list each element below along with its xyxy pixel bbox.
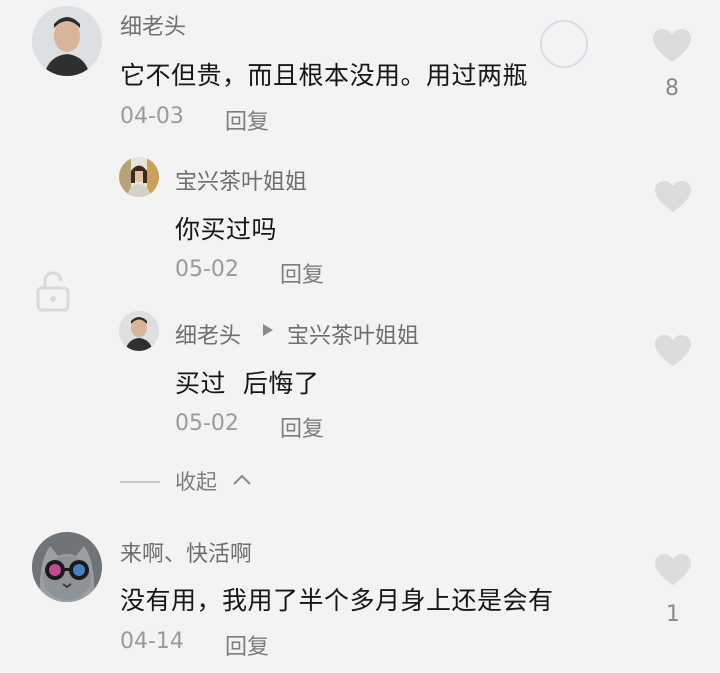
reply-button[interactable]: 回复	[225, 629, 269, 661]
reply-text: 你买过吗	[175, 215, 278, 244]
comment-username[interactable]: 来啊、快活啊	[120, 536, 252, 568]
triangle-right-icon	[263, 324, 273, 336]
comment-date: 04-03	[120, 104, 184, 129]
like-button[interactable]	[654, 334, 692, 368]
comment-text: 没有用，我用了半个多月身上还是会有	[120, 586, 554, 615]
like-count: 8	[665, 76, 679, 101]
avatar[interactable]	[32, 532, 102, 602]
reply-text: 买过 后悔了	[175, 369, 320, 398]
avatar[interactable]	[119, 311, 159, 351]
floating-overlay-icon[interactable]	[540, 20, 588, 68]
comment-username[interactable]: 细老头	[120, 9, 186, 41]
collapse-label[interactable]: 收起	[175, 466, 217, 496]
comment-date: 04-14	[120, 629, 184, 654]
heart-icon	[653, 29, 691, 62]
reply-username[interactable]: 细老头	[175, 318, 241, 350]
reply-button[interactable]: 回复	[225, 104, 269, 136]
heart-icon	[655, 180, 691, 213]
reply-username[interactable]: 宝兴茶叶姐姐	[175, 164, 307, 196]
heart-icon	[655, 334, 691, 367]
reply-button[interactable]: 回复	[280, 411, 324, 443]
reply-date: 05-02	[175, 411, 239, 436]
unlock-icon[interactable]	[34, 270, 72, 312]
reply-date: 05-02	[175, 257, 239, 282]
like-button[interactable]	[654, 553, 692, 587]
avatar[interactable]	[32, 6, 102, 76]
reply-to-username[interactable]: 宝兴茶叶姐姐	[287, 318, 419, 350]
collapse-divider	[120, 481, 160, 483]
like-count: 1	[666, 602, 680, 627]
avatar[interactable]	[119, 157, 159, 197]
reply-button[interactable]: 回复	[280, 257, 324, 289]
heart-icon	[655, 553, 691, 586]
like-button[interactable]	[652, 28, 692, 64]
comment-text: 它不但贵，而且根本没用。用过两瓶	[120, 61, 529, 90]
like-button[interactable]	[654, 180, 692, 214]
chevron-up-icon[interactable]	[231, 472, 253, 488]
